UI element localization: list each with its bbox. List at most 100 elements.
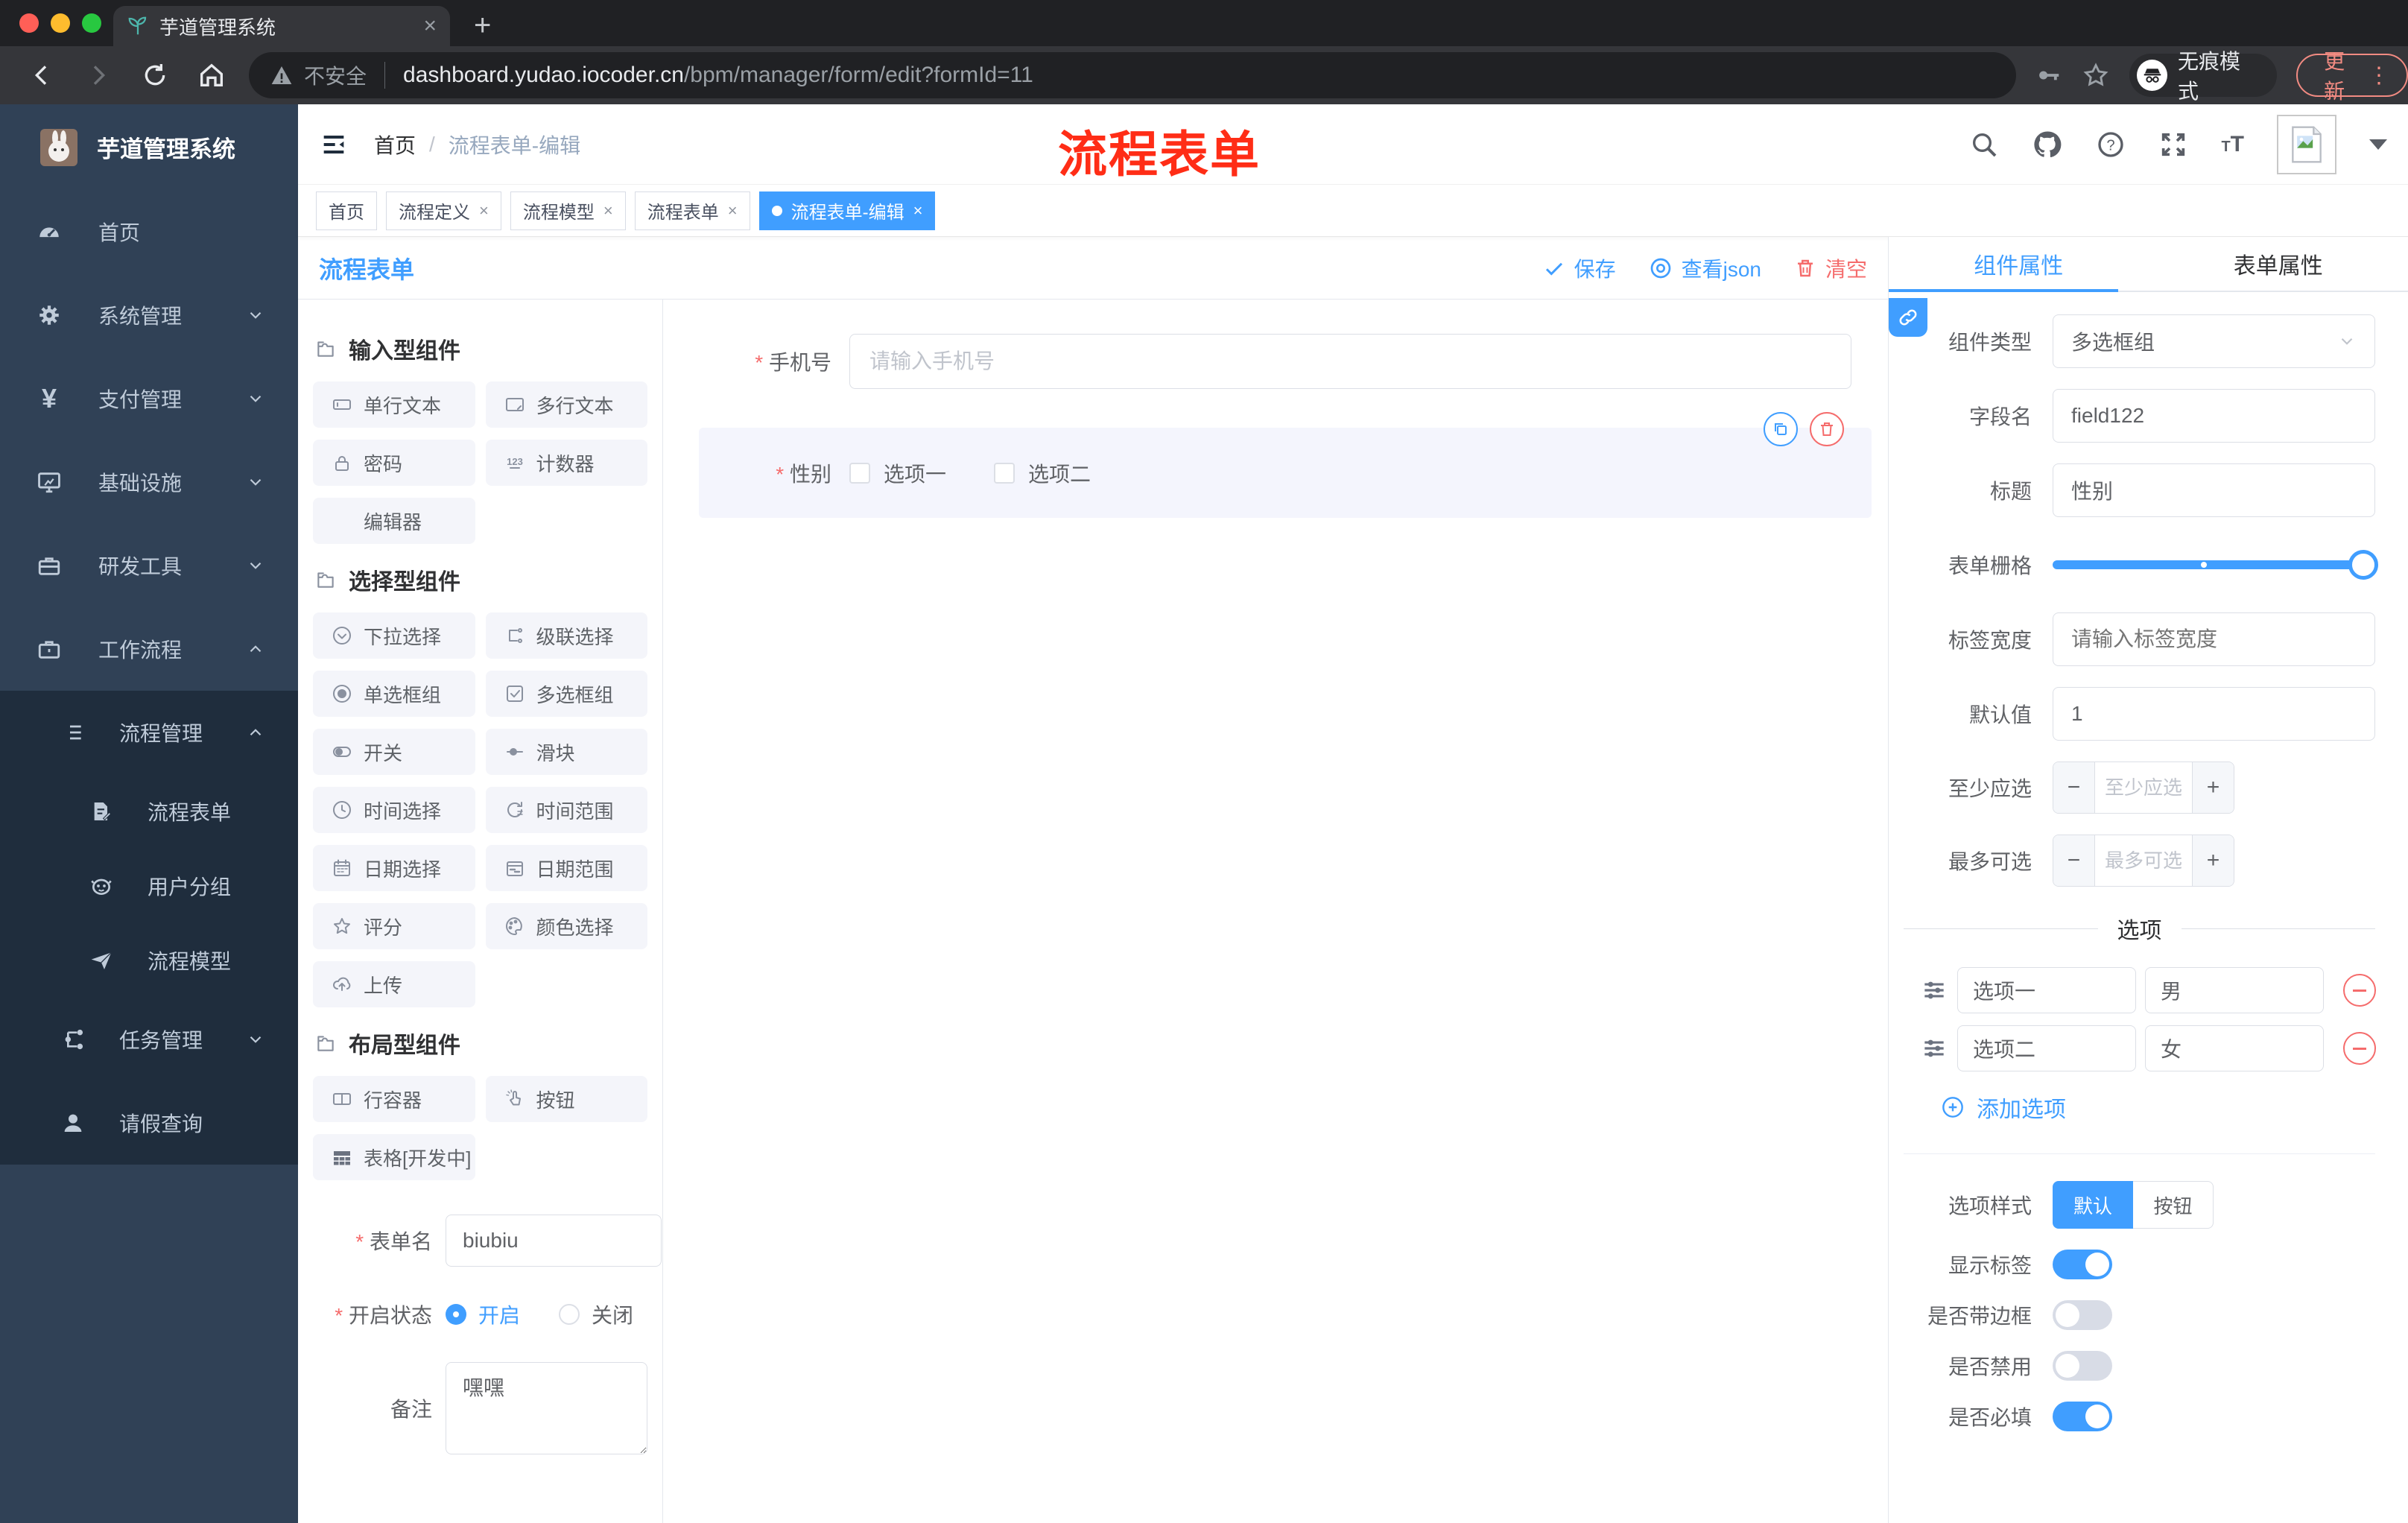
- sidebar-item-system[interactable]: 系统管理: [0, 273, 298, 357]
- gender-option-1[interactable]: 选项一: [849, 458, 946, 488]
- browser-menu-icon[interactable]: ⋮: [2368, 63, 2390, 89]
- save-button[interactable]: 保存: [1543, 253, 1616, 283]
- tab-form-props[interactable]: 表单属性: [2149, 237, 2408, 291]
- close-icon[interactable]: ×: [728, 201, 738, 221]
- min-select-input[interactable]: [2095, 762, 2192, 813]
- plus-icon[interactable]: +: [2192, 835, 2234, 886]
- required-toggle[interactable]: [2053, 1402, 2112, 1431]
- github-icon[interactable]: [2032, 129, 2063, 160]
- palette-item-editor[interactable]: 编辑器: [313, 498, 475, 544]
- link-icon[interactable]: [1889, 298, 1927, 337]
- checkbox-icon[interactable]: [849, 462, 870, 484]
- border-toggle[interactable]: [2053, 1300, 2112, 1330]
- forward-icon[interactable]: [83, 60, 113, 90]
- sidebar-fold-icon[interactable]: [319, 130, 349, 159]
- copy-component-icon[interactable]: [1764, 412, 1798, 446]
- sidebar-item-workflow[interactable]: 工作流程: [0, 607, 298, 691]
- sidebar-item-process-form[interactable]: 流程表单: [0, 774, 298, 849]
- drag-handle-icon[interactable]: [1920, 1034, 1948, 1063]
- palette-item-date-range[interactable]: 日期范围: [485, 845, 647, 891]
- home-icon[interactable]: [197, 60, 226, 90]
- tag-process-definition[interactable]: 流程定义 ×: [386, 191, 501, 230]
- palette-item-select[interactable]: 下拉选择: [313, 612, 475, 659]
- palette-item-radio-group[interactable]: 单选框组: [313, 671, 475, 717]
- window-controls[interactable]: [19, 13, 101, 33]
- new-tab-button[interactable]: +: [474, 9, 491, 42]
- option-value-input[interactable]: [2145, 967, 2324, 1013]
- sidebar-item-leave-query[interactable]: 请假查询: [0, 1081, 298, 1165]
- palette-item-checkbox-group[interactable]: 多选框组: [485, 671, 647, 717]
- update-button[interactable]: 更新 ⋮: [2296, 50, 2408, 103]
- sidebar-item-payment[interactable]: ¥ 支付管理: [0, 357, 298, 440]
- palette-item-text-input[interactable]: 单行文本: [313, 381, 475, 428]
- palette-item-switch[interactable]: 开关: [313, 729, 475, 775]
- option-value-input[interactable]: [2145, 1025, 2324, 1071]
- status-on-label[interactable]: 开启: [478, 1299, 520, 1329]
- bookmark-star-icon[interactable]: [2082, 61, 2110, 89]
- sidebar-item-infrastructure[interactable]: 基础设施: [0, 440, 298, 524]
- warning-icon[interactable]: [270, 63, 294, 87]
- style-default-button[interactable]: 默认: [2053, 1181, 2133, 1229]
- max-select-input[interactable]: [2095, 835, 2192, 886]
- reload-icon[interactable]: [140, 60, 170, 90]
- palette-item-counter[interactable]: 123 计数器: [485, 440, 647, 486]
- sidebar-item-process-model[interactable]: 流程模型: [0, 923, 298, 998]
- sidebar-item-home[interactable]: 首页: [0, 190, 298, 273]
- min-select-stepper[interactable]: − +: [2053, 762, 2234, 814]
- canvas-field-phone[interactable]: 手机号: [663, 334, 1888, 389]
- minus-icon[interactable]: −: [2053, 835, 2095, 886]
- breadcrumb[interactable]: 首页 / 流程表单-编辑: [374, 130, 580, 159]
- avatar[interactable]: [2277, 114, 2336, 174]
- url-text[interactable]: dashboard.yudao.iocoder.cn/bpm/manager/f…: [403, 63, 1033, 88]
- avatar-caret-icon[interactable]: [2369, 139, 2387, 150]
- status-on-radio[interactable]: [446, 1304, 466, 1325]
- palette-item-time-picker[interactable]: 时间选择: [313, 787, 475, 833]
- palette-item-password[interactable]: 密码: [313, 440, 475, 486]
- help-icon[interactable]: ?: [2096, 130, 2126, 159]
- disabled-toggle[interactable]: [2053, 1351, 2112, 1381]
- tab-close-icon[interactable]: ×: [423, 13, 437, 39]
- fullscreen-icon[interactable]: [2158, 130, 2188, 159]
- field-name-input[interactable]: [2053, 389, 2375, 443]
- address-bar[interactable]: 不安全 dashboard.yudao.iocoder.cn/bpm/manag…: [249, 52, 2017, 98]
- slider-handle[interactable]: [2348, 550, 2378, 580]
- status-off-label[interactable]: 关闭: [592, 1299, 633, 1329]
- tag-home[interactable]: 首页: [316, 191, 377, 230]
- palette-item-cascader[interactable]: 级联选择: [485, 612, 647, 659]
- checkbox-icon[interactable]: [994, 462, 1016, 484]
- delete-component-icon[interactable]: [1810, 412, 1844, 446]
- show-label-toggle[interactable]: [2053, 1250, 2112, 1279]
- search-icon[interactable]: [1969, 130, 1999, 159]
- gender-option-2[interactable]: 选项二: [994, 458, 1091, 488]
- view-json-button[interactable]: 查看json: [1649, 253, 1761, 283]
- sidebar-item-devtools[interactable]: 研发工具: [0, 524, 298, 607]
- label-width-input[interactable]: [2053, 612, 2375, 666]
- close-icon[interactable]: ×: [479, 201, 489, 221]
- palette-item-button[interactable]: 按钮: [485, 1076, 647, 1122]
- phone-input[interactable]: [849, 334, 1851, 389]
- grid-slider[interactable]: [2053, 538, 2378, 592]
- palette-item-table[interactable]: 表格[开发中]: [313, 1134, 475, 1180]
- minimize-window-button[interactable]: [51, 13, 70, 33]
- close-window-button[interactable]: [19, 13, 39, 33]
- status-off-radio[interactable]: [559, 1304, 580, 1325]
- close-icon[interactable]: ×: [603, 201, 613, 221]
- palette-item-row-container[interactable]: 行容器: [313, 1076, 475, 1122]
- palette-item-color-picker[interactable]: 颜色选择: [485, 903, 647, 949]
- palette-item-rate[interactable]: 评分: [313, 903, 475, 949]
- sidebar-item-user-group[interactable]: 用户分组: [0, 849, 298, 923]
- remove-option-icon[interactable]: [2343, 974, 2376, 1007]
- maximize-window-button[interactable]: [82, 13, 101, 33]
- palette-item-upload[interactable]: 上传: [313, 961, 475, 1007]
- close-icon[interactable]: ×: [913, 201, 923, 221]
- tag-process-form-edit[interactable]: 流程表单-编辑 ×: [758, 191, 936, 230]
- default-value-input[interactable]: [2053, 687, 2375, 741]
- browser-tab[interactable]: 芋道管理系统 ×: [113, 6, 450, 46]
- drag-handle-icon[interactable]: [1920, 976, 1948, 1004]
- style-button-button[interactable]: 按钮: [2133, 1181, 2214, 1229]
- add-option-button[interactable]: 添加选项: [1941, 1091, 2375, 1124]
- breadcrumb-home[interactable]: 首页: [374, 130, 416, 159]
- form-name-input[interactable]: [446, 1215, 662, 1267]
- clear-button[interactable]: 清空: [1794, 253, 1867, 283]
- plus-icon[interactable]: +: [2192, 762, 2234, 813]
